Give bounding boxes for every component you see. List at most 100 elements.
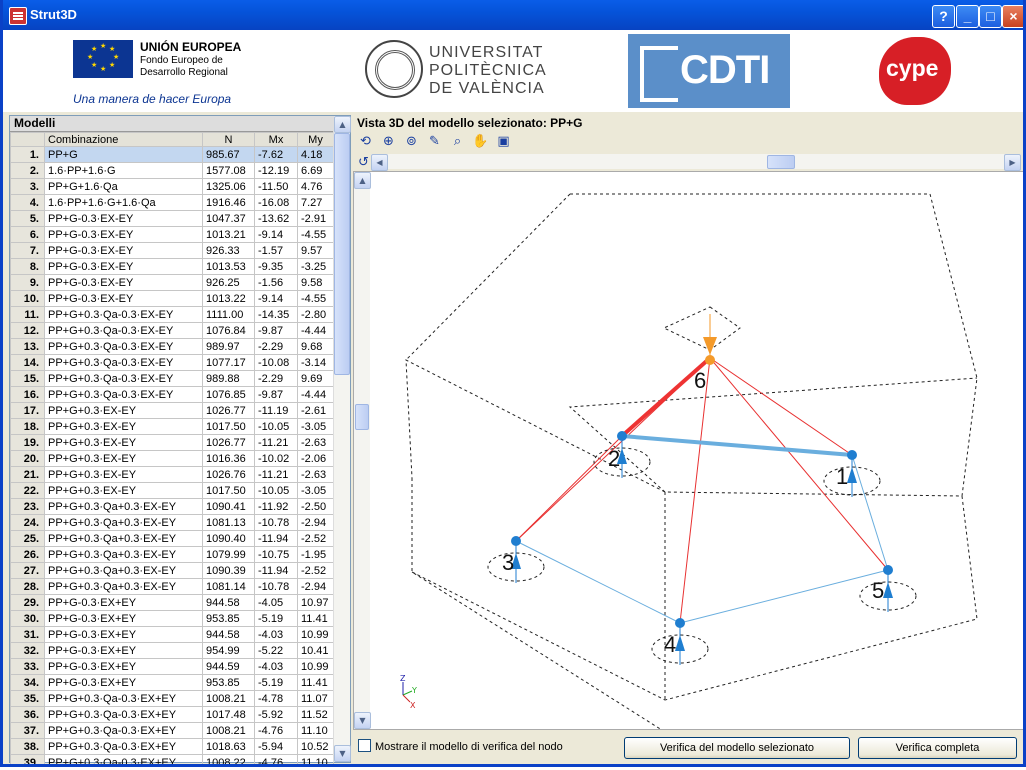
table-row[interactable]: 34. PP+G-0.3·EX+EY 953.85 -5.19 11.41 — [10, 674, 334, 691]
table-row[interactable]: 33. PP+G-0.3·EX+EY 944.59 -4.03 10.99 — [10, 658, 334, 675]
zoom-icon[interactable]: ⌕ — [449, 133, 466, 150]
table-row[interactable]: 6. PP+G-0.3·EX-EY 1013.21 -9.14 -4.55 — [10, 226, 334, 243]
row-n: 1008.21 — [202, 690, 255, 707]
view-title: Vista 3D del modello selezionato: PP+G — [357, 116, 583, 130]
row-n: 944.58 — [202, 594, 255, 611]
checkbox-box[interactable] — [358, 739, 371, 752]
table-row[interactable]: 36. PP+G+0.3·Qa-0.3·EX+EY 1017.48 -5.92 11.5… — [10, 706, 334, 723]
upv-line2: POLITÈCNICA — [429, 62, 547, 79]
node-model-checkbox[interactable]: Mostrare il modello di verifica del nodo — [358, 739, 563, 753]
header-my[interactable]: My — [297, 132, 334, 147]
scroll-thumb[interactable] — [334, 133, 350, 375]
row-n: 944.59 — [202, 658, 255, 675]
table-row[interactable]: 39. PP+G+0.3·Qa-0.3·EX+EY 1008.22 -4.76 11.1… — [10, 754, 334, 764]
header-combination[interactable]: Combinazione — [44, 132, 203, 147]
table-row[interactable]: 12. PP+G+0.3·Qa-0.3·EX-EY 1076.84 -9.87 -4.4… — [10, 322, 334, 339]
models-scrollbar[interactable]: ▲ ▼ — [333, 116, 351, 762]
table-row[interactable]: 10. PP+G-0.3·EX-EY 1013.22 -9.14 -4.55 — [10, 290, 334, 307]
table-row[interactable]: 15. PP+G+0.3·Qa-0.3·EX-EY 989.88 -2.29 9.69 — [10, 370, 334, 387]
row-n: 926.25 — [202, 274, 255, 291]
table-row[interactable]: 8. PP+G-0.3·EX-EY 1013.53 -9.35 -3.25 — [10, 258, 334, 275]
table-row[interactable]: 27. PP+G+0.3·Qa+0.3·EX-EY 1090.39 -11.94 -2.… — [10, 562, 334, 579]
table-row[interactable]: 2. 1.6·PP+1.6·G 1577.08 -12.19 6.69 — [10, 162, 334, 179]
table-row[interactable]: 7. PP+G-0.3·EX-EY 926.33 -1.57 9.57 — [10, 242, 334, 259]
row-index: 26. — [10, 546, 45, 563]
table-row[interactable]: 16. PP+G+0.3·Qa-0.3·EX-EY 1076.85 -9.87 -4.4… — [10, 386, 334, 403]
table-row[interactable]: 21. PP+G+0.3·EX-EY 1026.76 -11.21 -2.63 — [10, 466, 334, 483]
table-row[interactable]: 30. PP+G-0.3·EX+EY 953.85 -5.19 11.41 — [10, 610, 334, 627]
scroll-down-icon[interactable]: ▼ — [334, 745, 351, 762]
row-n: 1111.00 — [202, 306, 255, 323]
row-index: 14. — [10, 354, 45, 371]
table-row[interactable]: 32. PP+G-0.3·EX+EY 954.99 -5.22 10.41 — [10, 642, 334, 659]
row-my: -2.63 — [297, 466, 334, 483]
table-row[interactable]: 11. PP+G+0.3·Qa-0.3·EX-EY 1111.00 -14.35 -2.… — [10, 306, 334, 323]
view-v-scrollbar[interactable]: ▲ ▼ — [354, 172, 371, 729]
h-scroll-thumb[interactable] — [767, 155, 795, 169]
zoom-window-icon[interactable]: ⊕ — [380, 133, 397, 150]
row-mx: -5.94 — [254, 738, 298, 755]
row-n: 954.99 — [202, 642, 255, 659]
maximize-button[interactable]: □ — [979, 5, 1002, 28]
row-index: 17. — [10, 402, 45, 419]
table-row[interactable]: 20. PP+G+0.3·EX-EY 1016.36 -10.02 -2.06 — [10, 450, 334, 467]
header-n[interactable]: N — [202, 132, 255, 147]
table-row[interactable]: 25. PP+G+0.3·Qa+0.3·EX-EY 1090.40 -11.94 -2.… — [10, 530, 334, 547]
table-row[interactable]: 31. PP+G-0.3·EX+EY 944.58 -4.03 10.99 — [10, 626, 334, 643]
row-index: 25. — [10, 530, 45, 547]
row-n: 1017.50 — [202, 482, 255, 499]
table-row[interactable]: 5. PP+G-0.3·EX-EY 1047.37 -13.62 -2.91 — [10, 210, 334, 227]
scroll-up-icon[interactable]: ▲ — [334, 116, 351, 133]
row-my: 9.58 — [297, 274, 334, 291]
row-index: 30. — [10, 610, 45, 627]
draw-icon[interactable]: ✎ — [426, 133, 443, 150]
verify-all-button[interactable]: Verifica completa — [858, 737, 1017, 759]
rotate-icon[interactable]: ⟲ — [357, 133, 374, 150]
row-combination: PP+G+0.3·EX-EY — [44, 418, 203, 435]
header-mx[interactable]: Mx — [254, 132, 298, 147]
table-row[interactable]: 14. PP+G+0.3·Qa-0.3·EX-EY 1077.17 -10.08 -3.… — [10, 354, 334, 371]
zoom-extents-icon[interactable]: ⊚ — [403, 133, 420, 150]
row-n: 1916.46 — [202, 194, 255, 211]
scroll-right-icon[interactable]: ▶ — [1004, 154, 1021, 171]
table-row[interactable]: 23. PP+G+0.3·Qa+0.3·EX-EY 1090.41 -11.92 -2.… — [10, 498, 334, 515]
v-scroll-thumb[interactable] — [355, 404, 369, 430]
table-row[interactable]: 24. PP+G+0.3·Qa+0.3·EX-EY 1081.13 -10.78 -2.… — [10, 514, 334, 531]
table-row[interactable]: 22. PP+G+0.3·EX-EY 1017.50 -10.05 -3.05 — [10, 482, 334, 499]
upv-name: UNIVERSITAT POLITÈCNICA DE VALÈNCIA — [429, 44, 547, 98]
scroll-left-icon[interactable]: ◀ — [371, 154, 388, 171]
copy-view-icon[interactable]: ▣ — [495, 133, 512, 150]
table-row[interactable]: 28. PP+G+0.3·Qa+0.3·EX-EY 1081.14 -10.78 -2.… — [10, 578, 334, 595]
table-row[interactable]: 17. PP+G+0.3·EX-EY 1026.77 -11.19 -2.61 — [10, 402, 334, 419]
table-row[interactable]: 19. PP+G+0.3·EX-EY 1026.77 -11.21 -2.63 — [10, 434, 334, 451]
close-button[interactable]: × — [1002, 5, 1023, 28]
row-combination: PP+G-0.3·EX+EY — [44, 594, 203, 611]
models-panel: Modelli Combinazione N Mx My 1. PP+G 985.6… — [9, 115, 351, 764]
table-header: Combinazione N Mx My — [10, 132, 334, 147]
table-row[interactable]: 4. 1.6·PP+1.6·G+1.6·Qa 1916.46 -16.08 7.27 — [10, 194, 334, 211]
minimize-button[interactable]: _ — [956, 5, 979, 28]
table-row[interactable]: 13. PP+G+0.3·Qa-0.3·EX-EY 989.97 -2.29 9.68 — [10, 338, 334, 355]
view-h-scrollbar[interactable]: ◀ ▶ — [371, 154, 1021, 171]
view-scroll-up-icon[interactable]: ▲ — [354, 172, 371, 189]
row-mx: -11.94 — [254, 562, 298, 579]
header-index — [10, 132, 45, 147]
reset-view-icon[interactable]: ↺ — [355, 154, 372, 171]
verify-selected-button[interactable]: Verifica del modello selezionato — [624, 737, 850, 759]
row-mx: -2.29 — [254, 338, 298, 355]
table-row[interactable]: 3. PP+G+1.6·Qa 1325.06 -11.50 4.76 — [10, 178, 334, 195]
table-row[interactable]: 29. PP+G-0.3·EX+EY 944.58 -4.05 10.97 — [10, 594, 334, 611]
pan-hand-icon[interactable]: ✋ — [472, 133, 489, 150]
table-row[interactable]: 37. PP+G+0.3·Qa-0.3·EX+EY 1008.21 -4.76 11.1… — [10, 722, 334, 739]
table-row[interactable]: 1. PP+G 985.67 -7.62 4.18 — [10, 146, 334, 163]
help-button[interactable]: ? — [932, 5, 955, 28]
table-row[interactable]: 18. PP+G+0.3·EX-EY 1017.50 -10.05 -3.05 — [10, 418, 334, 435]
row-mx: -9.87 — [254, 322, 298, 339]
table-row[interactable]: 26. PP+G+0.3·Qa+0.3·EX-EY 1079.99 -10.75 -1.… — [10, 546, 334, 563]
view-scroll-down-icon[interactable]: ▼ — [354, 712, 371, 729]
model-3d-viewport[interactable]: ▲ ▼ 1 2 3 4 5 6 ZYX — [353, 171, 1023, 730]
table-row[interactable]: 9. PP+G-0.3·EX-EY 926.25 -1.56 9.58 — [10, 274, 334, 291]
table-row[interactable]: 35. PP+G+0.3·Qa-0.3·EX+EY 1008.21 -4.78 11.0… — [10, 690, 334, 707]
table-row[interactable]: 38. PP+G+0.3·Qa-0.3·EX+EY 1018.63 -5.94 10.5… — [10, 738, 334, 755]
row-n: 1076.85 — [202, 386, 255, 403]
